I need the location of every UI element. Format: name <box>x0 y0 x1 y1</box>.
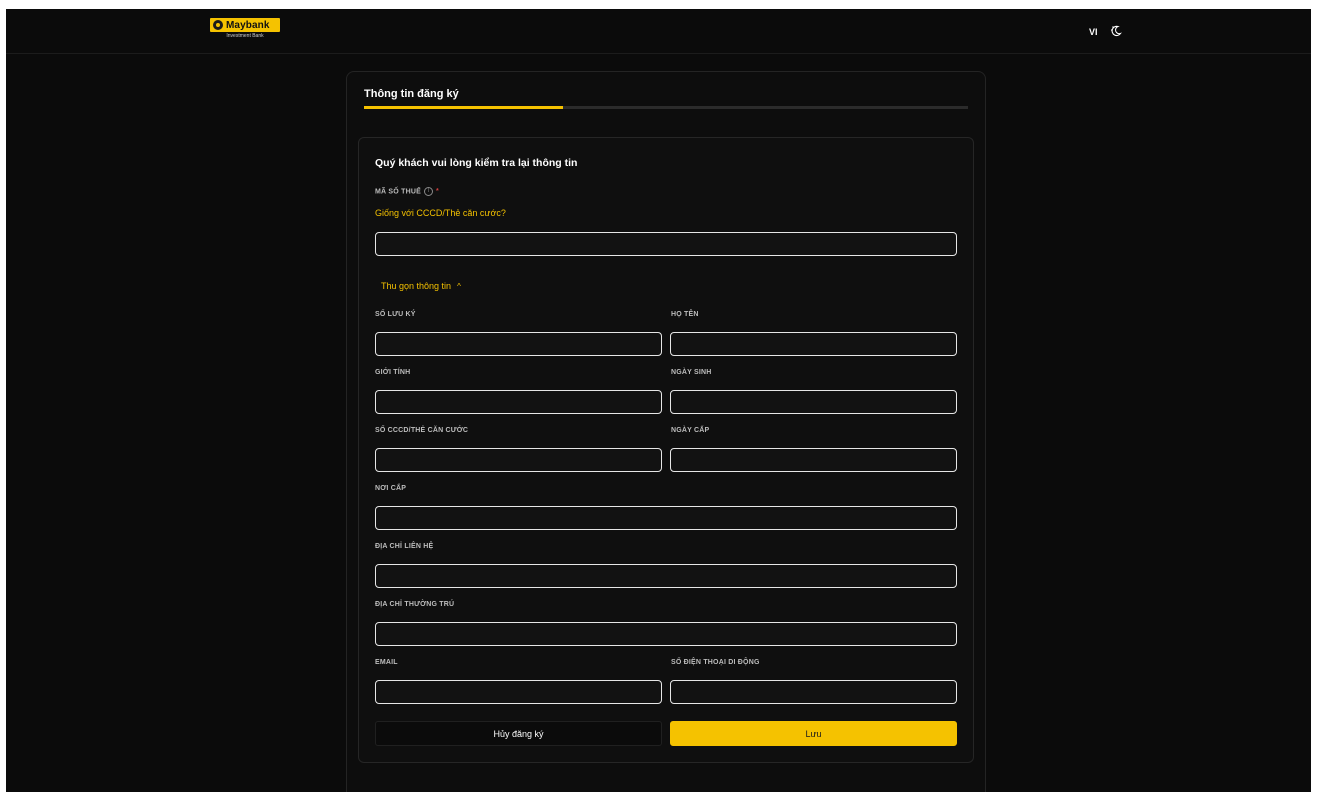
brand-subtitle: Investment Bank <box>226 33 264 39</box>
tax-code-input[interactable] <box>375 232 957 256</box>
cancel-registration-button[interactable]: Hủy đăng ký <box>375 721 662 746</box>
mobile-input[interactable] <box>670 680 957 704</box>
progress-bar <box>364 106 968 109</box>
tax-code-label: Mã số thuế i * <box>375 187 439 196</box>
registration-panel: Thông tin đăng ký Quý khách vui lòng kiể… <box>346 71 986 792</box>
save-button[interactable]: Lưu <box>670 721 957 746</box>
top-bar: Maybank Investment Bank VI <box>6 9 1311 54</box>
issue-place-label: Nơi cấp <box>375 485 407 492</box>
mobile-label: Số điện thoại di động <box>671 659 760 666</box>
info-review-card: Quý khách vui lòng kiểm tra lại thông ti… <box>358 137 974 763</box>
app-window: Maybank Investment Bank VI Thông tin đăn… <box>6 9 1311 792</box>
dob-input[interactable] <box>670 390 957 414</box>
brand-name: Maybank <box>226 19 270 31</box>
maybank-logo[interactable]: Maybank Investment Bank <box>210 18 280 40</box>
tax-code-label-text: Mã số thuế <box>375 188 421 196</box>
permanent-address-input[interactable] <box>375 622 957 646</box>
page-title: Thông tin đăng ký <box>364 88 459 100</box>
contact-address-input[interactable] <box>375 564 957 588</box>
theme-toggle-icon[interactable] <box>1109 24 1123 38</box>
gender-label: Giới tính <box>375 369 411 376</box>
progress-bar-fill <box>364 106 564 109</box>
full-name-input[interactable] <box>670 332 957 356</box>
tiger-head-icon <box>213 20 223 30</box>
chevron-up-icon: ^ <box>457 282 461 291</box>
id-number-input[interactable] <box>375 448 662 472</box>
contact-address-label: Địa chỉ liên hệ <box>375 543 434 550</box>
language-switch[interactable]: VI <box>1089 27 1098 37</box>
full-name-label: Họ tên <box>671 311 699 318</box>
logo-badge: Maybank <box>210 18 280 32</box>
same-as-id-link[interactable]: Giống với CCCD/Thẻ căn cước? <box>375 208 506 218</box>
id-number-label: Số CCCD/Thẻ căn cước <box>375 427 469 434</box>
email-label: Email <box>375 659 398 666</box>
email-input[interactable] <box>375 680 662 704</box>
issue-place-input[interactable] <box>375 506 957 530</box>
collapse-info-label: Thu gọn thông tin <box>381 281 452 291</box>
issue-date-input[interactable] <box>670 448 957 472</box>
dob-label: Ngày sinh <box>671 369 712 376</box>
depository-no-input[interactable] <box>375 332 662 356</box>
depository-no-label: Số lưu ký <box>375 311 416 318</box>
permanent-address-label: Địa chỉ thường trú <box>375 601 455 608</box>
collapse-info-toggle[interactable]: Thu gọn thông tin ^ <box>381 281 461 291</box>
gender-input[interactable] <box>375 390 662 414</box>
issue-date-label: Ngày cấp <box>671 427 710 434</box>
info-icon[interactable]: i <box>423 187 433 196</box>
required-marker: * <box>435 188 439 196</box>
form-heading: Quý khách vui lòng kiểm tra lại thông ti… <box>375 157 578 169</box>
